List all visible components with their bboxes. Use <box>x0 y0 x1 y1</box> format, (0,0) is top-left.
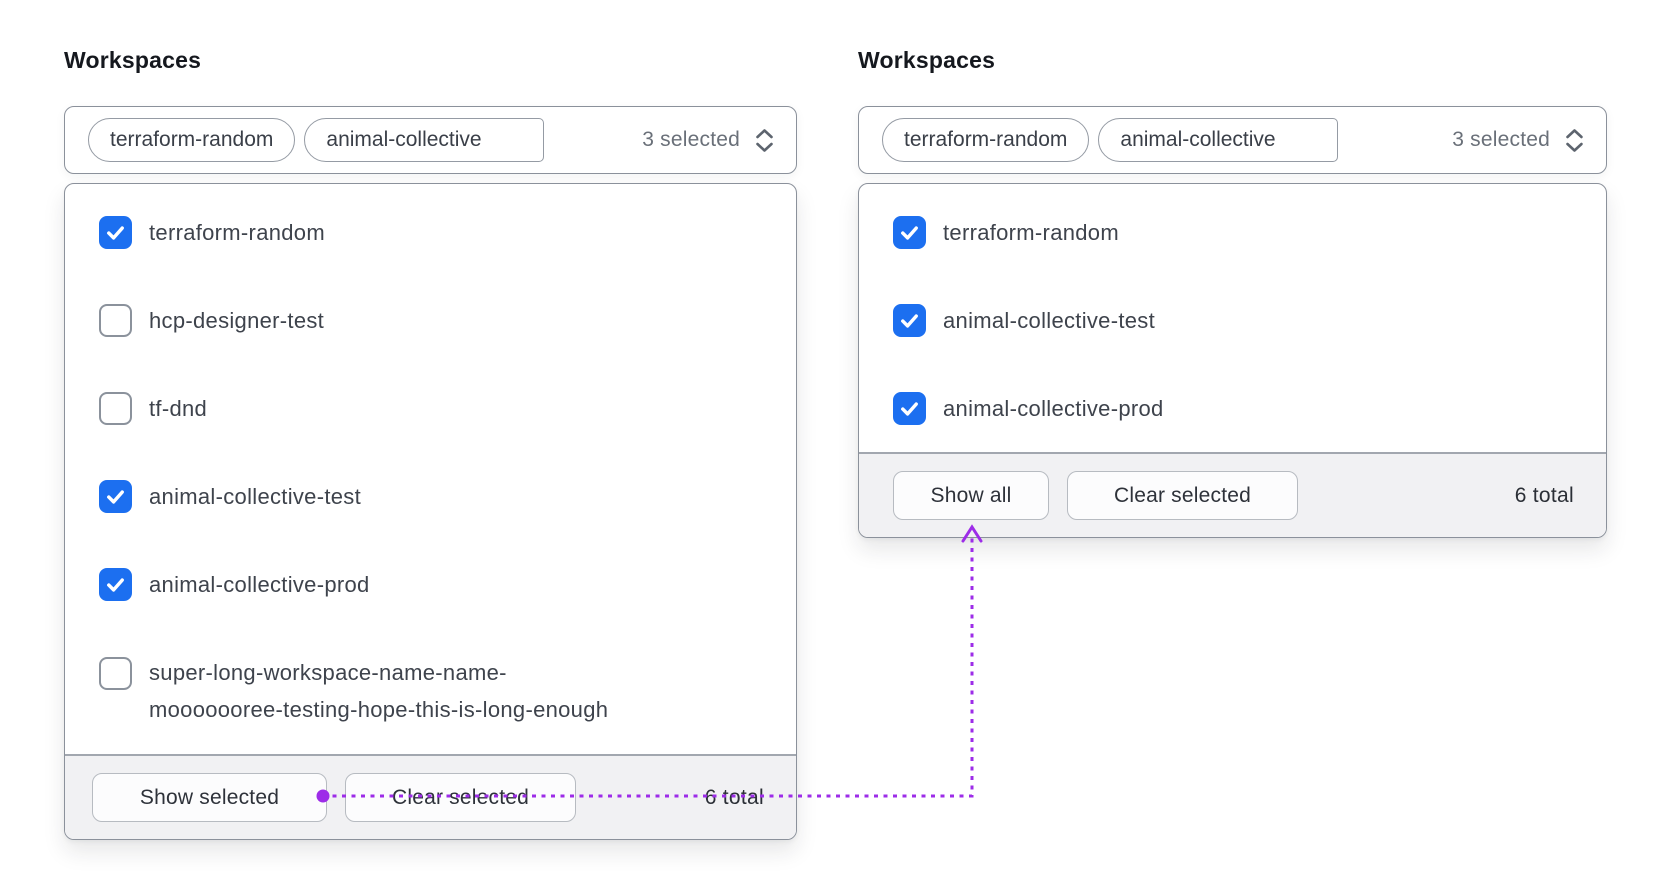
workspace-option-row[interactable]: animal-collective-test <box>65 452 796 540</box>
checkbox[interactable] <box>99 567 132 601</box>
selected-count: 3 selected <box>1452 128 1550 151</box>
workspace-option-row[interactable]: terraform-random <box>65 188 796 276</box>
page-title: Workspaces <box>64 47 202 73</box>
checkbox[interactable] <box>893 215 926 249</box>
clear-selected-button[interactable]: Clear selected <box>345 773 576 822</box>
workspace-option-row[interactable]: tf-dnd <box>65 364 796 452</box>
workspace-option-list: terraform-random hcp-designer-test tf-dn… <box>65 184 796 754</box>
up-down-chevron-icon[interactable] <box>1563 127 1586 154</box>
workspace-select-trigger[interactable]: terraform-random animal-collective 3 sel… <box>64 106 797 174</box>
up-down-chevron-icon[interactable] <box>753 127 776 154</box>
show-selected-button[interactable]: Show selected <box>92 773 327 822</box>
total-count: 6 total <box>1514 483 1574 507</box>
workspace-option-label: animal-collective-test <box>149 483 362 509</box>
list-footer: Show selected Clear selected 6 total <box>65 754 796 839</box>
workspace-option-label: hcp-designer-test <box>149 307 325 333</box>
check-icon <box>107 577 124 592</box>
checkbox[interactable] <box>99 303 132 337</box>
checkbox[interactable] <box>893 303 926 337</box>
selected-count: 3 selected <box>642 128 740 151</box>
check-icon <box>901 225 918 240</box>
workspace-option-label: terraform-random <box>149 219 325 245</box>
workspace-option-label: animal-collective-prod <box>149 571 370 597</box>
workspace-option-label: animal-collective-test <box>943 307 1156 333</box>
workspace-option-list: terraform-random animal-collective-test <box>859 184 1606 452</box>
total-count: 6 total <box>704 785 764 809</box>
selected-tag[interactable]: terraform-random <box>88 118 296 162</box>
selected-tag[interactable]: terraform-random <box>882 118 1090 162</box>
check-icon <box>901 313 918 328</box>
workspaces-multiselect-right: Workspaces terraform-random animal-colle… <box>858 46 1607 538</box>
show-all-button[interactable]: Show all <box>893 471 1049 520</box>
checkbox[interactable] <box>99 391 132 425</box>
workspace-option-label: animal-collective-prod <box>943 395 1164 421</box>
selected-tag-truncated[interactable]: animal-collective <box>304 118 545 162</box>
workspace-option-label: tf-dnd <box>149 395 208 421</box>
clear-selected-button[interactable]: Clear selected <box>1067 471 1298 520</box>
workspace-option-row[interactable]: animal-collective-prod <box>859 364 1606 452</box>
check-icon <box>107 225 124 240</box>
workspace-option-label: super-long-workspace-name-name- moooooor… <box>149 660 609 722</box>
workspace-option-row[interactable]: hcp-designer-test <box>65 276 796 364</box>
workspace-option-row[interactable]: animal-collective-test <box>859 276 1606 364</box>
workspace-option-label: terraform-random <box>943 219 1119 245</box>
dropdown-card: terraform-random animal-collective-test <box>858 183 1607 538</box>
page-title: Workspaces <box>858 47 996 73</box>
workspaces-multiselect-left: Workspaces terraform-random animal-colle… <box>64 46 797 840</box>
workspace-select-trigger[interactable]: terraform-random animal-collective 3 sel… <box>858 106 1607 174</box>
workspace-option-row[interactable]: terraform-random <box>859 188 1606 276</box>
workspace-option-row[interactable]: super-long-workspace-name-name- moooooor… <box>65 628 796 754</box>
list-footer: Show all Clear selected 6 total <box>859 452 1606 537</box>
checkbox[interactable] <box>99 215 132 249</box>
check-icon <box>107 489 124 504</box>
check-icon <box>901 401 918 416</box>
dropdown-card: terraform-random hcp-designer-test tf-dn… <box>64 183 797 840</box>
checkbox[interactable] <box>893 391 926 425</box>
checkbox[interactable] <box>99 479 132 513</box>
selected-tag-truncated[interactable]: animal-collective <box>1098 118 1339 162</box>
checkbox[interactable] <box>99 657 132 690</box>
workspace-option-row[interactable]: animal-collective-prod <box>65 540 796 628</box>
